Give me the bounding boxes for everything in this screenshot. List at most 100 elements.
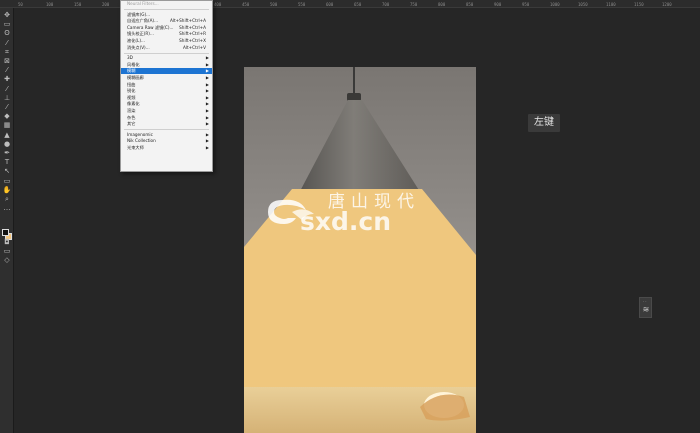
menu-item-label: 其它 [127,121,136,127]
menu-item-label: Nik Collection [127,138,156,144]
menu-item-shortcut: Shift+Ctrl+A [179,24,206,30]
submenu-arrow-icon: ▶ [205,61,209,67]
ruler-tick-label: 750 [410,2,418,7]
frame-tool-icon[interactable]: ⊠ [2,57,12,65]
eraser-tool-icon[interactable]: ◆ [2,112,12,120]
menu-item-label: 镜头校正(R)... [127,31,154,37]
ruler-tick-label: 100 [46,2,54,7]
lasso-tool-icon[interactable]: ʘ [2,29,12,37]
submenu-arrow-icon: ▶ [205,88,209,94]
menu-item[interactable]: 风格化 ▶ [121,62,212,68]
menu-item[interactable]: 光束大师 ▶ [121,145,212,151]
ruler-tick-label: 1150 [634,2,644,7]
ruler-tick-label: 50 [18,2,23,7]
clone-stamp-tool-icon[interactable]: ⊥ [2,94,12,102]
gradient-tool-icon[interactable]: ▦ [2,121,12,129]
healing-brush-tool-icon[interactable]: ✚ [2,75,12,83]
path-select-tool-icon[interactable]: ↖ [2,167,12,175]
move-tool-icon[interactable]: ✥ [2,11,12,19]
hand-tool-icon[interactable]: ✋ [2,186,12,194]
eyedropper-tool-icon[interactable]: ⁄ [2,66,12,74]
menu-item[interactable]: 扭曲 ▶ [121,82,212,88]
panel-toggle-icon[interactable]: ≋ [642,305,650,315]
ruler-tick-label: 150 [74,2,82,7]
menu-item-shortcut: Alt+Ctrl+V [182,44,206,50]
menu-item[interactable]: 镜头校正(R)... Shift+Ctrl+R [121,31,212,37]
ruler-tick-label: 600 [326,2,334,7]
marquee-tool-icon[interactable]: ▭ [2,20,12,28]
blur-tool-icon[interactable]: ▲ [2,131,12,139]
ruler-tick-label: 950 [522,2,530,7]
filter-menu[interactable]: Neural Filters... 滤镜库(G)... 自适应广角(A)... Alt… [120,0,213,172]
menu-item-label: 光束大师 [127,145,144,150]
submenu-arrow-icon: ▶ [205,81,209,87]
menu-item[interactable]: 滤镜库(G)... [121,12,212,18]
menu-item-label: 风格化 [127,61,140,67]
menu-item[interactable]: 模糊画廊 ▶ [121,75,212,81]
crop-tool-icon[interactable]: ⌗ [2,48,12,56]
menu-item-shortcut: Shift+Ctrl+X [179,38,206,43]
quick-select-tool-icon[interactable]: ⁄ [2,39,12,47]
screen-mode-icon[interactable]: ▭ [2,247,12,255]
menu-item[interactable]: 3D ▶ [121,55,212,61]
document-canvas[interactable] [244,67,476,433]
menu-item[interactable]: Imagenomic ▶ [121,132,212,138]
brush-tool-icon[interactable]: ⁄ [2,85,12,93]
menu-item-label: 自适应广角(A)... [127,18,159,24]
menu-item[interactable]: Camera Raw 滤镜(C)... Shift+Ctrl+A [121,25,212,31]
ruler-tick-label: 400 [214,2,222,7]
pen-tool-icon[interactable]: ✒ [2,149,12,157]
menu-item[interactable]: 杂色 ▶ [121,115,212,121]
menu-item-label: 视频 [127,94,136,100]
menu-item-label: 模糊 [127,68,136,74]
menu-item[interactable]: 自适应广角(A)... Alt+Shift+Ctrl+A [121,18,212,24]
mouse-action-caption: 左键 [528,114,560,132]
menu-item-shortcut: Alt+Shift+Ctrl+A [169,18,206,24]
menu-item-label: 锐化 [127,88,136,94]
menu-item[interactable]: 消失点(V)... Alt+Ctrl+V [121,45,212,51]
menu-item[interactable]: 液化(L)... Shift+Ctrl+X [121,38,212,44]
menu-item-label: 杂色 [127,114,136,120]
collapsed-panel[interactable]: ·· ≋ [639,297,652,318]
ruler-tick-label: 1100 [606,2,616,7]
menu-item-label: Imagenomic [127,131,153,137]
history-brush-tool-icon[interactable]: ⁄ [2,103,12,111]
menu-item-label: 3D [127,55,133,61]
menu-item[interactable]: 锐化 ▶ [121,88,212,94]
menu-item[interactable]: 渲染 ▶ [121,108,212,114]
more-tools-icon[interactable]: … [2,204,12,212]
menu-item[interactable]: 其它 ▶ [121,121,212,127]
submenu-arrow-icon: ▶ [205,55,209,61]
submenu-arrow-icon: ▶ [205,114,209,120]
dodge-tool-icon[interactable]: ● [2,140,12,148]
zoom-tool-icon[interactable]: ⌕ [2,195,12,203]
ruler-tick-label: 450 [242,2,250,7]
lamp-socket [347,93,361,101]
ruler-tick-label: 1000 [550,2,560,7]
ruler-tick-label: 550 [298,2,306,7]
shape-tool-icon[interactable]: ▭ [2,177,12,185]
ruler-tick-label: 700 [382,2,390,7]
lamp-image [244,67,476,433]
menu-item[interactable]: Nik Collection ▶ [121,138,212,144]
menu-item[interactable]: 模糊 ▶ [121,68,212,75]
menu-item[interactable]: 视频 ▶ [121,95,212,101]
ruler-tick-label: 1050 [578,2,588,7]
menu-item-label: 扭曲 [127,81,136,87]
ruler-tick-label: 1200 [662,2,672,7]
ruler-tick-label: 200 [102,2,110,7]
panel-grip[interactable]: ·· [643,299,648,304]
ruler-tick-label: 800 [438,2,446,7]
submenu-arrow-icon: ▶ [205,68,209,74]
foreground-color-swatch[interactable] [2,229,9,236]
type-tool-icon[interactable]: T [2,158,12,166]
submenu-arrow-icon: ▶ [205,94,209,100]
quick-mask-icon[interactable]: ◘ [2,238,12,246]
frame-mode-icon[interactable]: ◇ [2,256,12,264]
menu-item[interactable]: 像素化 ▶ [121,101,212,107]
ruler-top: 5010015020025030035040045050055060065070… [0,0,700,8]
menu-item-shortcut: Shift+Ctrl+R [179,31,206,37]
submenu-arrow-icon: ▶ [205,138,209,144]
ruler-tick-label: 650 [354,2,362,7]
menu-item-label: 液化(L)... [127,38,145,43]
